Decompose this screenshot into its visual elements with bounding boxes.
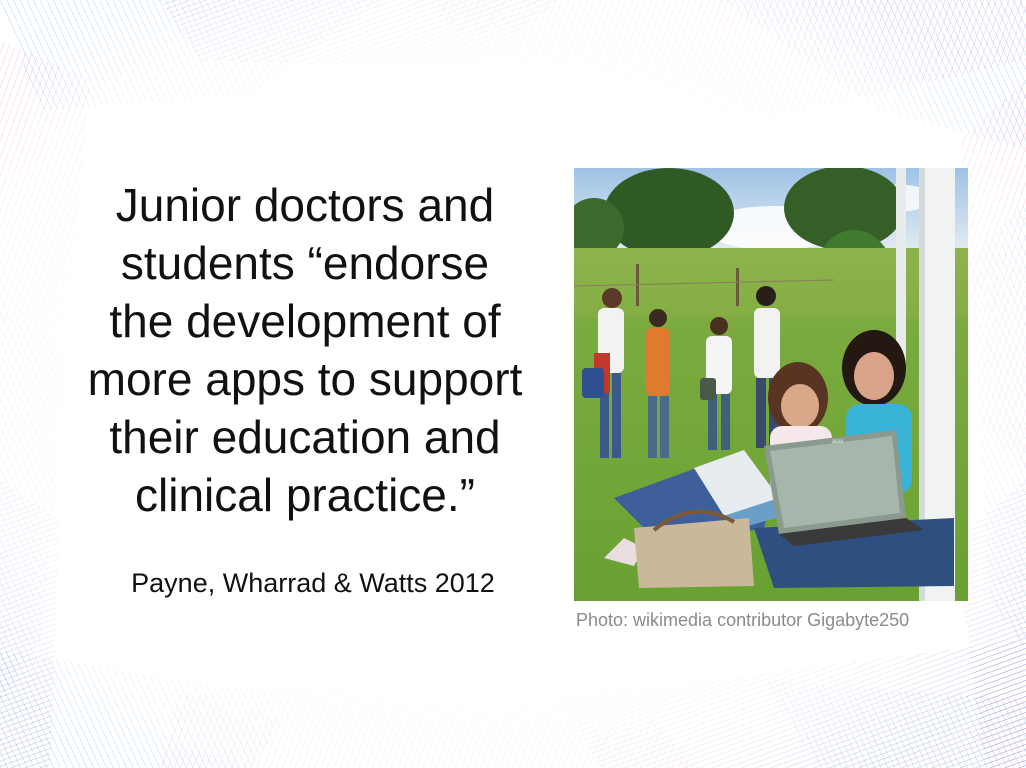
photo-students-on-lawn: acer (574, 168, 968, 601)
quote-line: students “endorse (120, 237, 490, 289)
citation: Payne, Wharrad & Watts 2012 (131, 568, 495, 598)
quote-line: Junior doctors and (115, 179, 495, 231)
quote-line: the development of (109, 295, 501, 347)
slide: Junior doctors and students “endorse the… (0, 0, 1026, 768)
quote-text: Junior doctors and students “endorse the… (40, 176, 570, 524)
laptop-brand: acer (832, 439, 844, 445)
photo-credit: Photo: wikimedia contributor Gigabyte250 (576, 610, 910, 630)
quote-line: clinical practice.” (135, 469, 475, 521)
quote-line: their education and (109, 411, 501, 463)
quote-line: more apps to support (87, 353, 523, 405)
